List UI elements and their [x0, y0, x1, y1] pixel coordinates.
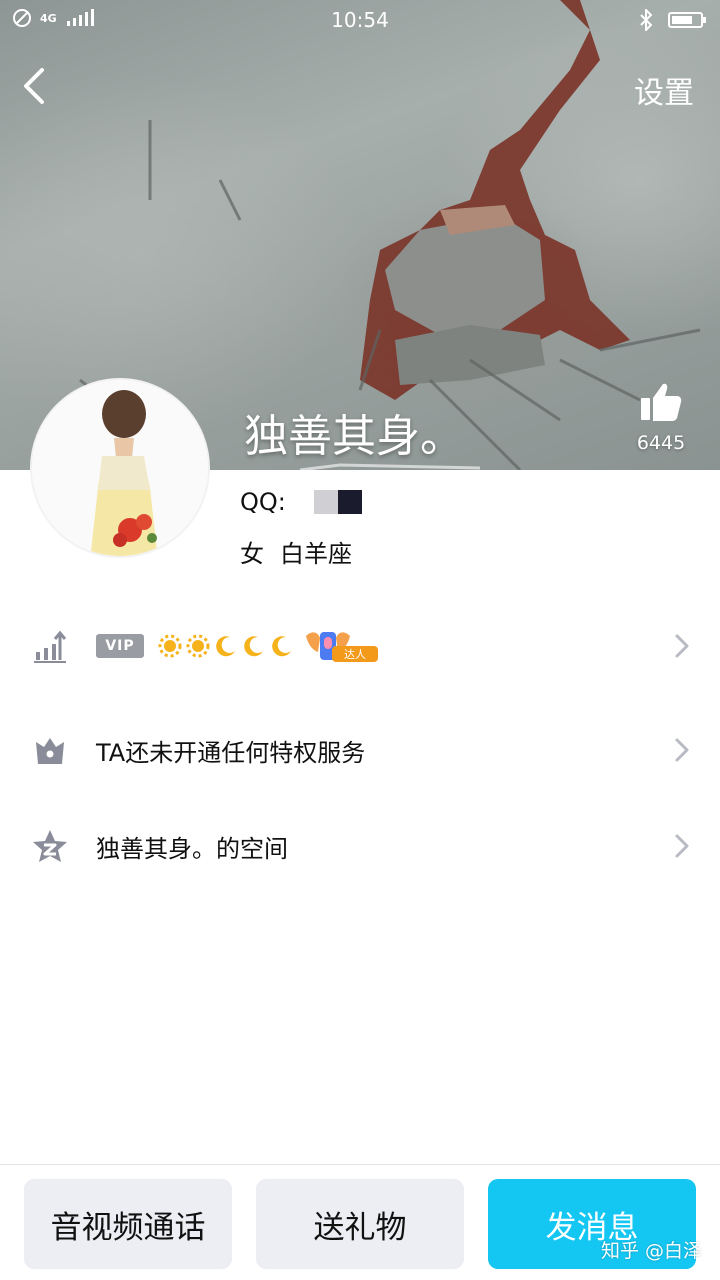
- like-count: 6445: [636, 432, 686, 454]
- avatar[interactable]: [30, 378, 210, 558]
- privilege-row[interactable]: TA还未开通任何特权服务: [0, 720, 720, 780]
- like-button[interactable]: 6445: [626, 380, 696, 454]
- moon-level-icon: [216, 636, 235, 657]
- qzone-star-icon: [33, 830, 67, 862]
- chevron-right-icon: [675, 834, 689, 858]
- status-bar: 4G 10:54: [0, 0, 720, 40]
- vip-badge: VIP: [96, 634, 144, 658]
- privilege-label: TA还未开通任何特权服务: [96, 738, 366, 767]
- qzone-row[interactable]: 独善其身。的空间: [0, 816, 720, 876]
- chevron-right-icon: [675, 634, 689, 658]
- daren-badge-icon: 达人: [306, 632, 378, 662]
- chevron-right-icon: [675, 738, 689, 762]
- gender-zodiac-line: 女 白羊座: [240, 534, 352, 569]
- qzone-label: 独善其身。的空间: [96, 834, 288, 863]
- qq-number-line: QQ:: [240, 488, 362, 516]
- battery-icon: [668, 12, 706, 28]
- level-chart-icon: [34, 630, 67, 663]
- avatar-illustration: [32, 380, 208, 556]
- status-time: 10:54: [331, 8, 389, 32]
- daren-badge: 达人: [304, 628, 380, 664]
- back-button[interactable]: [16, 62, 56, 110]
- watermark: 知乎 @白泽: [600, 1240, 702, 1262]
- profile-nickname: 独善其身。: [244, 411, 464, 462]
- qq-level-icons: [158, 634, 294, 658]
- moon-level-icon: [244, 636, 263, 657]
- settings-button[interactable]: 设置: [634, 68, 694, 112]
- chevron-left-icon: [24, 68, 44, 104]
- zodiac-text: 白羊座: [280, 540, 352, 568]
- sun-level-icon: [158, 634, 182, 658]
- crown-icon: [36, 738, 64, 764]
- qq-number-masked: [313, 490, 362, 514]
- av-call-button[interactable]: 音视频通话: [24, 1179, 232, 1269]
- moon-level-icon: [272, 636, 291, 657]
- qq-label: QQ:: [240, 488, 286, 516]
- gender-text: 女: [240, 540, 264, 568]
- daren-badge-text: 达人: [344, 648, 366, 661]
- level-row[interactable]: VIP 达人: [0, 616, 720, 676]
- send-gift-button[interactable]: 送礼物: [256, 1179, 464, 1269]
- bluetooth-icon: [640, 9, 653, 31]
- thumbs-up-icon: [641, 383, 682, 421]
- sun-level-icon: [186, 634, 210, 658]
- status-right: [638, 9, 708, 31]
